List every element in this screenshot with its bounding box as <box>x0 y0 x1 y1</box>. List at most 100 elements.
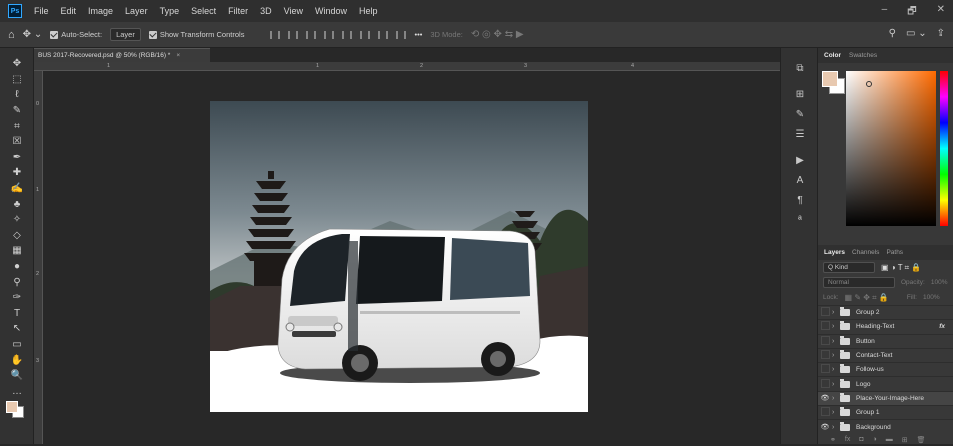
menu-view[interactable]: View <box>278 6 309 16</box>
tab-swatches[interactable]: Swatches <box>849 52 877 59</box>
layer-row[interactable]: › Button <box>818 333 953 348</box>
menu-edit[interactable]: Edit <box>55 6 83 16</box>
restore-icon[interactable]: 🗗 <box>907 4 916 21</box>
adjustment-layer-icon[interactable]: ◑ <box>873 436 877 443</box>
expand-chevron-icon[interactable]: › <box>832 309 840 316</box>
align-center-icon[interactable] <box>288 30 299 39</box>
layer-kind-filter[interactable]: Q Kind <box>823 262 875 273</box>
delete-layer-icon[interactable]: 🗑 <box>917 436 926 444</box>
close-tab-icon[interactable]: × <box>176 52 180 59</box>
marquee-tool-icon[interactable]: ⬚ <box>0 72 34 88</box>
layer-row[interactable]: › Group 1 <box>818 405 953 419</box>
brush-tool-icon[interactable]: ✍ <box>0 181 34 197</box>
visibility-eye-icon[interactable]: 👁 <box>818 423 832 431</box>
distribute-icon[interactable] <box>378 30 389 39</box>
visibility-eye-icon[interactable] <box>818 364 832 375</box>
layer-row[interactable]: 👁 › Place-Your-Image-Here <box>818 390 953 406</box>
filter-icons[interactable]: ▣ ◑ T ⌗ 🔒 <box>881 263 921 273</box>
tab-paths[interactable]: Paths <box>886 249 903 256</box>
blend-mode-select[interactable]: Normal <box>823 277 895 288</box>
menu-3d[interactable]: 3D <box>254 6 278 16</box>
crop-tool-icon[interactable]: ⌗ <box>0 118 34 134</box>
document-canvas[interactable] <box>210 101 588 412</box>
share-icon[interactable]: ⇪ <box>937 28 945 39</box>
type-tool-icon[interactable]: T <box>0 306 34 322</box>
expand-chevron-icon[interactable]: › <box>832 323 840 330</box>
blur-tool-icon[interactable]: ● <box>0 259 34 275</box>
expand-chevron-icon[interactable]: › <box>832 338 840 345</box>
layer-row[interactable]: › Contact-Text <box>818 347 953 362</box>
lock-icons[interactable]: ▦ ✎ ✥ ⌗ 🔒 <box>845 293 889 303</box>
show-transform-checkbox[interactable]: Show Transform Controls <box>148 30 244 39</box>
history-icon[interactable]: ⧉ <box>781 58 819 78</box>
document-tab[interactable]: BUS 2017-Recovered.psd @ 50% (RGB/16) * … <box>34 48 210 62</box>
move-tool-preset-icon[interactable]: ✥ ⌄ <box>23 29 43 40</box>
expand-chevron-icon[interactable]: › <box>832 395 840 402</box>
canvas-workspace[interactable] <box>43 71 780 444</box>
hue-slider[interactable] <box>940 71 948 226</box>
rectangle-tool-icon[interactable]: ▭ <box>0 337 34 353</box>
character-icon[interactable]: A <box>781 170 819 190</box>
visibility-eye-icon[interactable] <box>818 307 832 318</box>
new-group-icon[interactable]: ▬ <box>886 436 893 443</box>
healing-tool-icon[interactable]: ✚ <box>0 165 34 181</box>
color-picker-field[interactable] <box>846 71 936 226</box>
expand-chevron-icon[interactable]: › <box>832 409 840 416</box>
foreground-color-chip[interactable] <box>822 71 838 87</box>
menu-filter[interactable]: Filter <box>222 6 254 16</box>
move-tool-icon[interactable]: ✥ <box>0 56 34 72</box>
gradient-tool-icon[interactable]: ▦ <box>0 243 34 259</box>
zoom-tool-icon[interactable]: 🔍 <box>0 368 34 384</box>
link-layers-icon[interactable]: ⚭ <box>830 436 836 444</box>
home-icon[interactable]: ⌂ <box>8 29 15 41</box>
tab-layers[interactable]: Layers <box>824 249 845 256</box>
visibility-eye-icon[interactable]: 👁 <box>818 394 832 402</box>
eyedropper-tool-icon[interactable]: ✒ <box>0 150 34 166</box>
align-bottom-icon[interactable] <box>360 30 371 39</box>
close-icon[interactable]: ✕ <box>937 4 945 21</box>
auto-select-dropdown[interactable]: Layer <box>110 28 141 41</box>
color-picker-cursor[interactable] <box>866 81 872 87</box>
align-right-icon[interactable] <box>306 30 317 39</box>
expand-chevron-icon[interactable]: › <box>832 352 840 359</box>
pen-tool-icon[interactable]: ✑ <box>0 290 34 306</box>
new-layer-icon[interactable]: ⊞ <box>902 436 908 444</box>
menu-layer[interactable]: Layer <box>119 6 154 16</box>
history-brush-tool-icon[interactable]: ✧ <box>0 212 34 228</box>
auto-select-checkbox[interactable]: Auto-Select: <box>50 30 102 39</box>
actions-icon[interactable]: ▶ <box>781 150 819 170</box>
quick-select-tool-icon[interactable]: ✎ <box>0 103 34 119</box>
brushes-icon[interactable]: ✎ <box>781 104 819 124</box>
minimize-icon[interactable]: – <box>882 4 888 21</box>
layer-fx-icon[interactable]: fx <box>939 323 945 330</box>
properties-icon[interactable]: ⊞ <box>781 84 819 104</box>
menu-image[interactable]: Image <box>82 6 119 16</box>
tab-color[interactable]: Color <box>824 52 841 59</box>
menu-select[interactable]: Select <box>185 6 222 16</box>
menu-type[interactable]: Type <box>154 6 186 16</box>
adjustments-icon[interactable]: ☰ <box>781 124 819 144</box>
paragraph-icon[interactable]: ¶ <box>781 190 819 210</box>
menu-file[interactable]: File <box>28 6 55 16</box>
visibility-eye-icon[interactable] <box>818 407 832 418</box>
opacity-value[interactable]: 100% <box>931 279 948 286</box>
fx-icon[interactable]: fx <box>845 436 850 443</box>
glyphs-icon[interactable]: ª <box>781 210 819 230</box>
align-left-icon[interactable] <box>270 30 281 39</box>
lasso-tool-icon[interactable]: ℓ <box>0 87 34 103</box>
search-icon[interactable]: ⚲ <box>889 28 896 39</box>
visibility-eye-icon[interactable] <box>818 350 832 361</box>
layer-row[interactable]: 👁 › Background <box>818 419 953 433</box>
eraser-tool-icon[interactable]: ◇ <box>0 228 34 244</box>
tab-channels[interactable]: Channels <box>852 249 879 256</box>
layer-row[interactable]: › Heading-Text fx <box>818 319 953 333</box>
more-tools-icon[interactable]: … <box>0 383 34 399</box>
frame-tool-icon[interactable]: ☒ <box>0 134 34 150</box>
dodge-tool-icon[interactable]: ⚲ <box>0 274 34 290</box>
align-top-icon[interactable] <box>324 30 335 39</box>
clone-stamp-tool-icon[interactable]: ♣ <box>0 196 34 212</box>
visibility-eye-icon[interactable] <box>818 336 832 347</box>
menu-window[interactable]: Window <box>309 6 353 16</box>
distribute-vertical-icon[interactable] <box>396 30 407 39</box>
add-mask-icon[interactable]: ◘ <box>859 436 863 443</box>
